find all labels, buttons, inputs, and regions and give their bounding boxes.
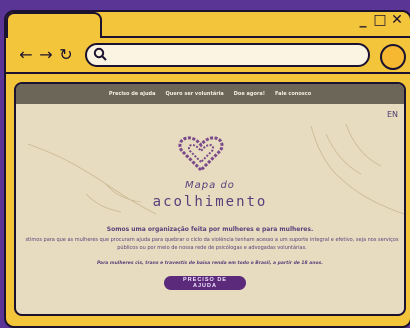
tagline: Somos uma organização feita por mulheres…	[106, 226, 314, 233]
profile-button[interactable]	[380, 44, 406, 70]
maximize-icon[interactable]: □	[373, 12, 387, 28]
close-icon[interactable]: ✕	[390, 12, 404, 28]
heart-logo-icon	[178, 136, 224, 172]
hand-illustration-right	[310, 123, 404, 215]
language-switch[interactable]: EN	[387, 110, 398, 119]
eligibility-note: Para mulheres cis, trans e travestis de …	[97, 261, 323, 266]
minimize-icon[interactable]: _	[356, 12, 370, 28]
hand-illustration-left	[27, 143, 157, 215]
search-icon	[93, 47, 107, 61]
forward-icon[interactable]: →	[38, 45, 54, 64]
window-controls: _ □ ✕	[356, 12, 404, 28]
toolbar-divider	[6, 72, 410, 74]
browser-tab[interactable]	[6, 12, 102, 38]
menu-item-donate[interactable]: Doe agora!	[234, 91, 265, 97]
menu-item-help[interactable]: Preciso de ajuda	[109, 91, 156, 97]
url-input[interactable]	[113, 47, 357, 65]
brand-line-2: acolhimento	[152, 194, 268, 210]
menu-item-volunteer[interactable]: Quero ser voluntária	[166, 91, 224, 97]
need-help-button[interactable]: PRECISO DE AJUDA	[164, 276, 246, 290]
description-line-1: stimos para que as mulheres que procuram…	[25, 237, 399, 243]
menu-item-contact[interactable]: Fale conosco	[275, 91, 311, 97]
back-icon[interactable]: ←	[18, 45, 34, 64]
brand-line-1: Mapa do	[185, 180, 235, 191]
web-page: Preciso de ajuda Quero ser voluntária Do…	[14, 82, 406, 316]
description: stimos para que as mulheres que procuram…	[16, 236, 404, 252]
address-bar[interactable]	[85, 43, 370, 67]
site-menu: Preciso de ajuda Quero ser voluntária Do…	[16, 84, 404, 104]
tab-divider	[100, 36, 410, 38]
browser-navigation: ← → ↻	[18, 45, 74, 64]
description-line-2: públicos ou por meio de nossa rede de ps…	[117, 245, 307, 251]
reload-icon[interactable]: ↻	[58, 45, 74, 64]
